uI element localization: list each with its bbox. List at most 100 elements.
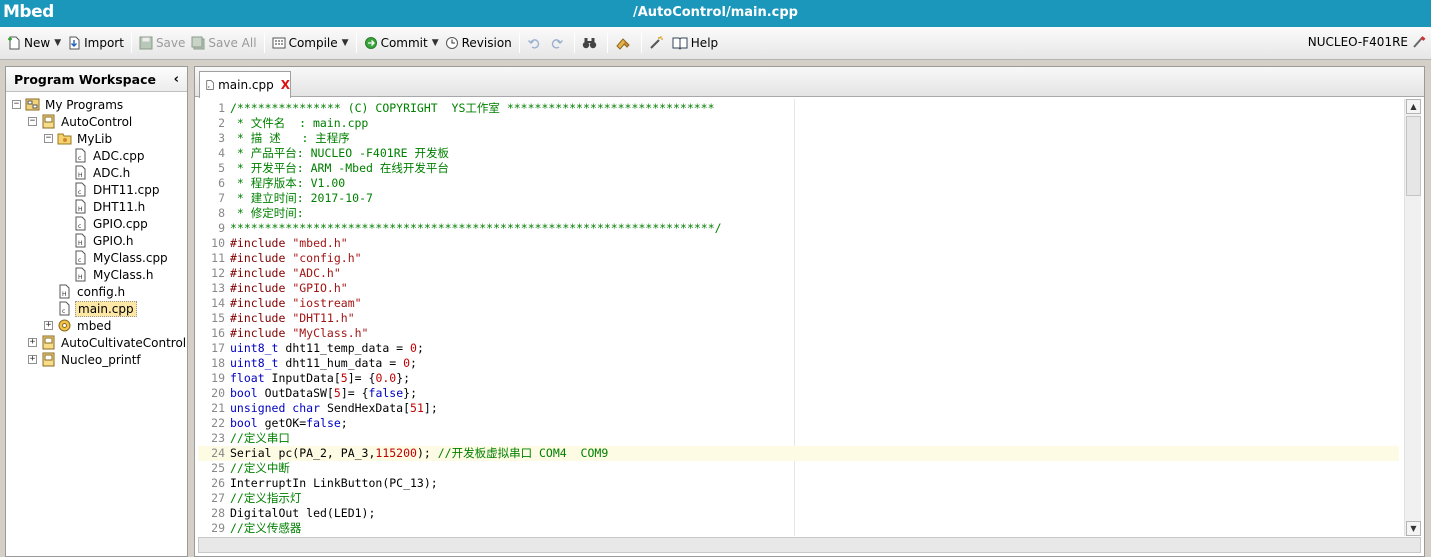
collapse-toggle-icon[interactable]: − xyxy=(28,117,37,126)
revision-button[interactable]: Revision xyxy=(442,32,515,54)
code-area[interactable]: 1 /*************** (C) COPYRIGHT YS工作室 **… xyxy=(198,99,1421,536)
collapse-toggle-icon[interactable]: − xyxy=(44,134,53,143)
code-line[interactable]: 10 #include "mbed.h" xyxy=(198,236,1399,251)
code-line[interactable]: 14 #include "iostream" xyxy=(198,296,1399,311)
toolbar-separator xyxy=(130,33,132,53)
tree-item[interactable]: H MyClass.h xyxy=(73,266,155,283)
compile-button[interactable]: Compile ▼ xyxy=(269,32,352,54)
redo-button[interactable] xyxy=(547,32,570,54)
code-line[interactable]: 24 Serial pc(PA_2, PA_3,115200); //开发板虚拟串… xyxy=(198,446,1399,461)
code-line[interactable]: 17 uint8_t dht11_temp_data = 0; xyxy=(198,341,1399,356)
code-token: //定义中断 xyxy=(230,461,290,475)
code-line[interactable]: 19 float InputData[5]= {0.0}; xyxy=(198,371,1399,386)
collapse-panel-icon[interactable]: ‹ xyxy=(174,72,179,87)
commit-icon xyxy=(364,37,377,49)
tree-item[interactable]: H DHT11.h xyxy=(73,198,147,215)
import-button[interactable]: Import xyxy=(64,32,127,54)
program-icon xyxy=(42,335,55,350)
tab-main-cpp[interactable]: c main.cpp X xyxy=(199,71,291,98)
tree-item[interactable]: c ADC.cpp xyxy=(73,147,146,164)
code-line[interactable]: 20 bool OutDataSW[5]= {false}; xyxy=(198,386,1399,401)
code-token: false xyxy=(306,416,341,430)
code-line[interactable]: 28 DigitalOut led(LED1); xyxy=(198,506,1399,521)
target-platform-label: NUCLEO-F401RE xyxy=(1307,35,1408,49)
code-token: 5 xyxy=(340,371,348,385)
code-line[interactable]: 8 * 修定时间: xyxy=(198,206,1399,221)
line-number: 4 xyxy=(218,146,225,160)
code-line[interactable]: 29 //定义传感器 xyxy=(198,521,1399,536)
collapse-toggle-icon[interactable]: − xyxy=(12,100,21,109)
expand-toggle-icon[interactable]: + xyxy=(28,338,37,347)
tree-item[interactable]: Hconfig.h xyxy=(57,283,127,300)
chevron-down-icon[interactable]: ▼ xyxy=(432,38,439,48)
toolbar-separator xyxy=(606,33,608,53)
line-number: 10 xyxy=(211,236,225,250)
tree-item[interactable]: c MyClass.cpp xyxy=(73,249,170,266)
code-line[interactable]: 6 * 程序版本: V1.00 xyxy=(198,176,1399,191)
tree-item-label: MyClass.h xyxy=(93,267,154,282)
tree-item[interactable]: c DHT11.cpp xyxy=(73,181,162,198)
save-all-button[interactable]: Save All xyxy=(188,32,259,54)
find-button[interactable] xyxy=(579,32,603,54)
code-line[interactable]: 11 #include "config.h" xyxy=(198,251,1399,266)
target-platform[interactable]: NUCLEO-F401RE xyxy=(1308,35,1427,49)
chevron-down-icon[interactable]: ▼ xyxy=(342,38,349,48)
save-button[interactable]: Save xyxy=(136,32,188,54)
horizontal-scrollbar[interactable] xyxy=(198,537,1421,553)
svg-text:H: H xyxy=(78,274,83,281)
svg-text:H: H xyxy=(78,206,83,213)
code-token: #include xyxy=(230,326,293,340)
code-line[interactable]: 7 * 建立时间: 2017-10-7 xyxy=(198,191,1399,206)
code-line[interactable]: 18 uint8_t dht11_hum_data = 0; xyxy=(198,356,1399,371)
header-file-icon: H xyxy=(75,267,86,282)
vertical-scrollbar[interactable]: ▲ ▼ xyxy=(1404,99,1421,536)
code-line[interactable]: 9 ***************************************… xyxy=(198,221,1399,236)
new-button[interactable]: New ▼ xyxy=(4,32,64,54)
code-line[interactable]: 2 * 文件名 : main.cpp xyxy=(198,116,1399,131)
code-line[interactable]: 21 unsigned char SendHexData[51]; xyxy=(198,401,1399,416)
code-line[interactable]: 13 #include "GPIO.h" xyxy=(198,281,1399,296)
commit-button[interactable]: Commit ▼ xyxy=(361,32,442,54)
code-line[interactable]: 15 #include "DHT11.h" xyxy=(198,311,1399,326)
scroll-up-icon[interactable]: ▲ xyxy=(1406,99,1421,114)
code-line[interactable]: 22 bool getOK=false; xyxy=(198,416,1399,431)
tree-item[interactable]: + Nucleo_printf xyxy=(28,351,143,368)
code-token: ]; xyxy=(423,401,438,415)
help-button[interactable]: Help xyxy=(669,32,721,54)
scroll-thumb[interactable] xyxy=(1406,116,1421,196)
tree-item[interactable]: + AutoCultivateControl xyxy=(28,334,188,351)
code-line[interactable]: 23 //定义串口 xyxy=(198,431,1399,446)
tree-item[interactable]: H ADC.h xyxy=(73,164,132,181)
code-line[interactable]: 25 //定义中断 xyxy=(198,461,1399,476)
format-code-button[interactable] xyxy=(612,32,637,54)
code-line[interactable]: 3 * 描 述 : 主程序 xyxy=(198,131,1399,146)
code-line[interactable]: 1 /*************** (C) COPYRIGHT YS工作室 **… xyxy=(198,101,1399,116)
tab-bar: c main.cpp X xyxy=(195,67,1424,98)
code-line[interactable]: 5 * 开发平台: ARM -Mbed 在线开发平台 xyxy=(198,161,1399,176)
code-line[interactable]: 26 InterruptIn LinkButton(PC_13); xyxy=(198,476,1399,491)
code-line[interactable]: 4 * 产品平台: NUCLEO -F401RE 开发板 xyxy=(198,146,1399,161)
line-number: 8 xyxy=(218,206,225,220)
cpp-file-icon: c xyxy=(75,148,86,163)
line-number: 25 xyxy=(211,461,225,475)
tree-item[interactable]: − AutoControl xyxy=(28,113,134,130)
tree-item[interactable]: − MyLib xyxy=(44,130,114,147)
close-tab-icon[interactable]: X xyxy=(281,78,290,92)
chevron-down-icon[interactable]: ▼ xyxy=(54,38,61,48)
code-line[interactable]: 27 //定义指示灯 xyxy=(198,491,1399,506)
expand-toggle-icon[interactable]: + xyxy=(28,355,37,364)
tree-item[interactable]: + mbed xyxy=(44,317,113,334)
undo-button[interactable] xyxy=(524,32,547,54)
expand-toggle-icon[interactable]: + xyxy=(44,321,53,330)
tree-item[interactable]: c main.cpp xyxy=(57,300,137,317)
code-line[interactable]: 12 #include "ADC.h" xyxy=(198,266,1399,281)
tree-item[interactable]: H GPIO.h xyxy=(73,232,135,249)
code-line[interactable]: 16 #include "MyClass.h" xyxy=(198,326,1399,341)
scroll-down-icon[interactable]: ▼ xyxy=(1406,521,1421,536)
code-token: ]= { xyxy=(340,386,369,400)
tree-item[interactable]: c GPIO.cpp xyxy=(73,215,150,232)
wand-button[interactable] xyxy=(646,32,669,54)
code-token: * 修定时间: xyxy=(230,206,304,220)
save-all-label: Save All xyxy=(208,36,257,50)
tree-item[interactable]: − My Programs xyxy=(12,96,125,113)
